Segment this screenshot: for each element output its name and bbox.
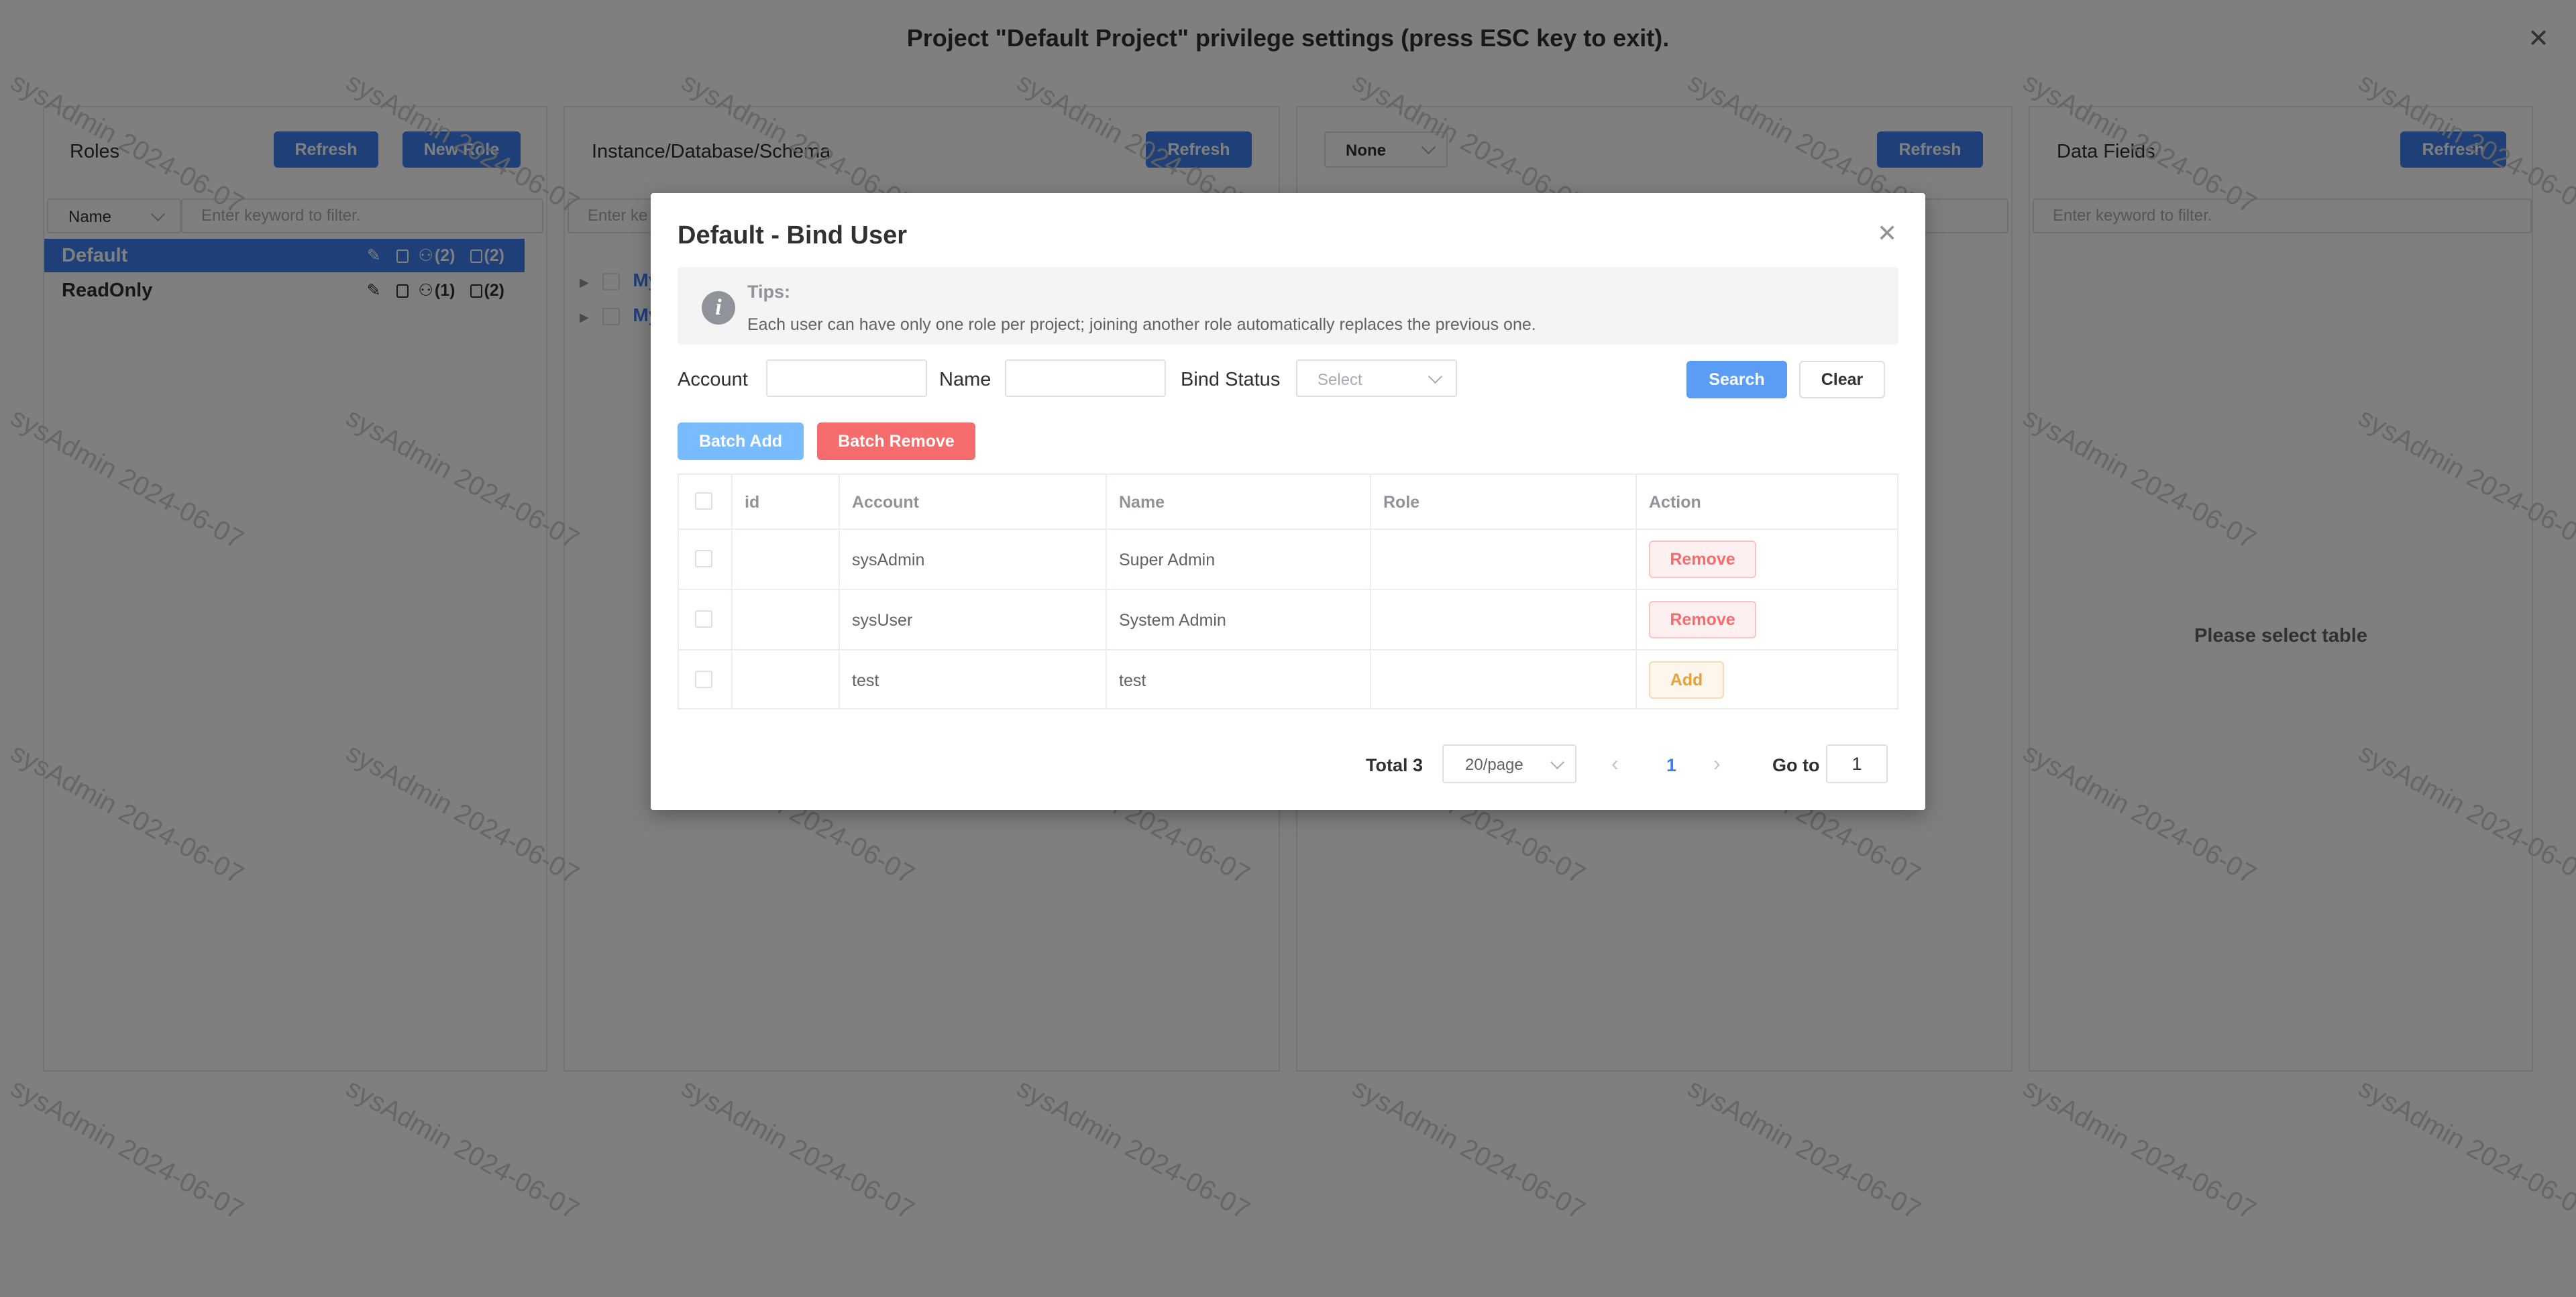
goto-label: Go to bbox=[1772, 755, 1820, 775]
select-all-checkbox[interactable] bbox=[695, 492, 712, 510]
clear-button[interactable]: Clear bbox=[1799, 361, 1885, 398]
tips-alert: i Tips: Each user can have only one role… bbox=[678, 267, 1898, 345]
chevron-down-icon bbox=[1428, 369, 1443, 384]
pagination-total: Total 3 bbox=[1366, 755, 1424, 775]
cell-account: sysAdmin bbox=[852, 551, 925, 569]
column-header-role: Role bbox=[1383, 493, 1420, 512]
tips-title: Tips: bbox=[747, 282, 791, 302]
next-page-icon[interactable]: › bbox=[1713, 751, 1721, 776]
cell-role bbox=[1370, 651, 1383, 711]
name-input[interactable] bbox=[1005, 359, 1166, 397]
column-header-account: Account bbox=[852, 493, 919, 512]
column-header-action: Action bbox=[1649, 493, 1701, 512]
account-label: Account bbox=[678, 369, 748, 390]
row-checkbox[interactable] bbox=[695, 671, 712, 688]
add-button[interactable]: Add bbox=[1649, 661, 1724, 699]
cell-name: test bbox=[1119, 671, 1146, 690]
cell-name: Super Admin bbox=[1119, 551, 1216, 569]
bind-status-placeholder: Select bbox=[1318, 371, 1362, 389]
bind-user-dialog: Default - Bind User ✕ i Tips: Each user … bbox=[651, 193, 1925, 810]
remove-button[interactable]: Remove bbox=[1649, 541, 1756, 578]
current-page[interactable]: 1 bbox=[1666, 755, 1676, 776]
row-checkbox[interactable] bbox=[695, 550, 712, 567]
page-size-select[interactable]: 20/page bbox=[1442, 744, 1576, 783]
cell-name: System Admin bbox=[1119, 611, 1226, 630]
cell-role bbox=[1370, 590, 1383, 651]
prev-page-icon[interactable]: ‹ bbox=[1611, 751, 1619, 776]
cell-id bbox=[731, 590, 745, 651]
bind-status-select[interactable]: Select bbox=[1296, 359, 1457, 397]
close-icon[interactable]: ✕ bbox=[1877, 221, 1897, 245]
batch-remove-button[interactable]: Batch Remove bbox=[817, 422, 975, 460]
cell-role bbox=[1370, 530, 1383, 590]
row-checkbox[interactable] bbox=[695, 610, 712, 628]
column-header-name: Name bbox=[1119, 493, 1165, 512]
cell-account: test bbox=[852, 671, 879, 690]
batch-add-button[interactable]: Batch Add bbox=[678, 422, 804, 460]
dialog-title: Default - Bind User bbox=[678, 221, 908, 249]
tips-text: Each user can have only one role per pro… bbox=[747, 315, 1536, 334]
user-table: id Account Name Role Action sysAdmin Sup… bbox=[678, 473, 1898, 710]
goto-page-input[interactable] bbox=[1826, 744, 1888, 783]
page-size-value: 20/page bbox=[1465, 756, 1523, 774]
bind-status-label: Bind Status bbox=[1181, 369, 1281, 390]
cell-id bbox=[731, 651, 745, 711]
cell-account: sysUser bbox=[852, 611, 913, 630]
info-icon: i bbox=[702, 291, 735, 325]
search-button[interactable]: Search bbox=[1686, 361, 1787, 398]
name-label: Name bbox=[939, 369, 991, 390]
column-header-id: id bbox=[745, 493, 760, 512]
cell-id bbox=[731, 530, 745, 590]
remove-button[interactable]: Remove bbox=[1649, 601, 1756, 638]
account-input[interactable] bbox=[766, 359, 927, 397]
chevron-down-icon bbox=[1550, 754, 1565, 770]
